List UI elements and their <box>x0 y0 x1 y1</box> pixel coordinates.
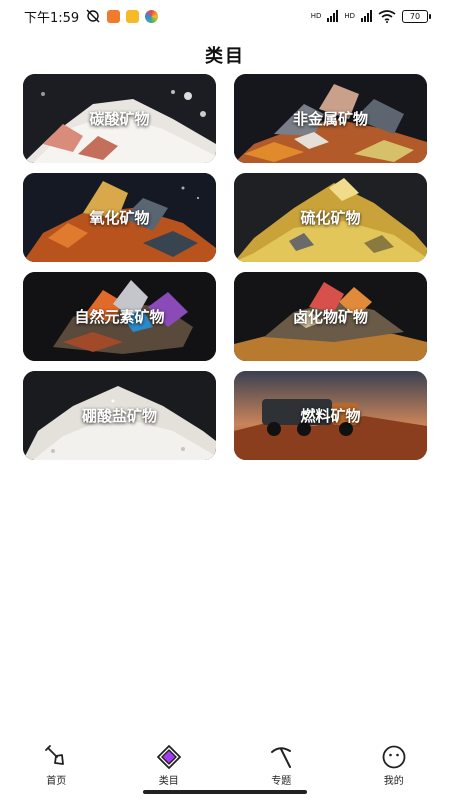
wifi-icon <box>378 9 396 23</box>
category-label: 硼酸盐矿物 <box>81 407 157 425</box>
hd-label-1: HD <box>310 11 322 20</box>
cell-signal-icon <box>327 10 339 22</box>
bottom-nav: 首页 类目 专题 我的 <box>0 740 450 790</box>
nav-label: 类目 <box>158 775 179 787</box>
category-grid: 碳酸矿物 非金属矿物 氧化矿物 硫化矿物 自然元素矿物 卤化物矿物 硼酸盐矿物 … <box>23 74 427 460</box>
shovel-icon <box>45 744 65 765</box>
nav-label: 我的 <box>383 775 404 787</box>
category-card-halide[interactable]: 卤化物矿物 <box>234 272 427 361</box>
nav-label: 专题 <box>271 775 292 787</box>
category-card-borate[interactable]: 硼酸盐矿物 <box>23 371 216 460</box>
nav-profile[interactable]: 我的 <box>354 744 434 787</box>
category-card-native-element[interactable]: 自然元素矿物 <box>23 272 216 361</box>
pickaxe-icon <box>271 746 292 768</box>
cell-signal-icon-2 <box>361 10 372 22</box>
status-time: 下午1:59 <box>24 10 80 26</box>
browser-notification-icon <box>145 9 159 23</box>
nav-topics[interactable]: 专题 <box>241 744 321 787</box>
battery-icon: 70 <box>402 9 431 23</box>
category-label: 碳酸矿物 <box>89 110 150 128</box>
category-card-carbonate[interactable]: 碳酸矿物 <box>23 74 216 163</box>
page-title: 类目 <box>205 46 245 67</box>
category-label: 非金属矿物 <box>292 110 368 128</box>
status-right: HD HD 70 <box>310 9 431 23</box>
nav-category[interactable]: 类目 <box>129 744 209 787</box>
status-left: 下午1:59 <box>24 7 159 26</box>
category-label: 卤化物矿物 <box>292 308 368 326</box>
app-notification-icon <box>107 9 121 23</box>
nav-label: 首页 <box>46 775 67 787</box>
folder-notification-icon <box>126 9 140 23</box>
gem-icon <box>156 744 181 769</box>
category-card-sulfide[interactable]: 硫化矿物 <box>234 173 427 262</box>
category-card-oxide[interactable]: 氧化矿物 <box>23 173 216 262</box>
nav-home[interactable]: 首页 <box>16 744 96 787</box>
category-card-nonmetal[interactable]: 非金属矿物 <box>234 74 427 163</box>
hd-label-2: HD <box>344 11 355 20</box>
face-icon <box>382 745 406 768</box>
status-bar: 下午1:59 HD HD 70 <box>0 0 450 32</box>
category-label: 自然元素矿物 <box>74 308 165 326</box>
mute-alarm-icon <box>86 9 100 23</box>
category-label: 燃料矿物 <box>300 407 361 425</box>
category-card-fuel[interactable]: 燃料矿物 <box>234 371 427 460</box>
category-label: 硫化矿物 <box>300 209 361 227</box>
home-indicator[interactable] <box>143 790 307 794</box>
category-label: 氧化矿物 <box>89 209 150 227</box>
